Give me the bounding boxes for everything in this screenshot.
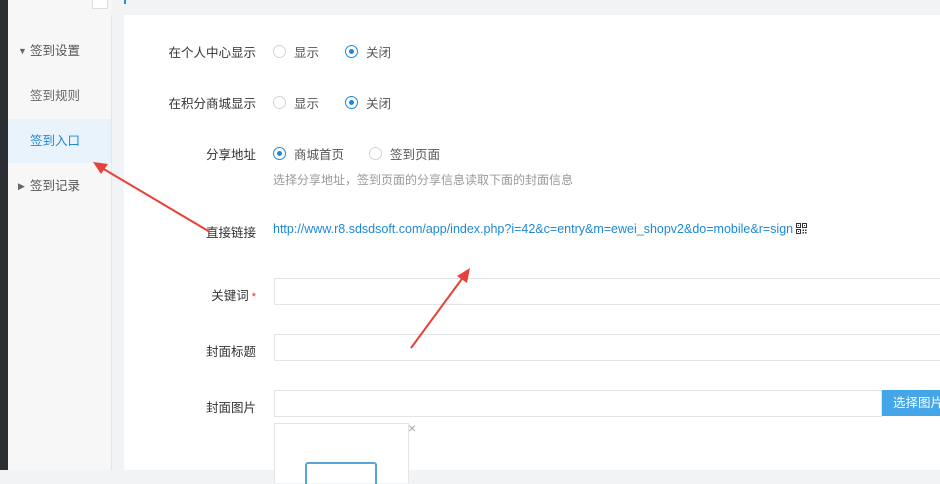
breadcrumb-marker (124, 0, 126, 4)
breadcrumb-area (111, 0, 940, 15)
caret-down-icon: ▼ (18, 46, 27, 56)
caret-right-icon: ▶ (18, 181, 25, 191)
field-label: 关键词 * (146, 285, 256, 304)
radio-label: 显示 (294, 97, 320, 111)
cover-image-input[interactable] (274, 390, 882, 417)
radio-label: 关闭 (366, 97, 392, 111)
radio-share-mall-home[interactable]: 商城首页 (273, 144, 344, 163)
image-placeholder (305, 462, 377, 484)
sidebar-item-label: 签到设置 (30, 44, 81, 58)
field-label: 封面标题 (205, 345, 256, 359)
sidebar-item-label: 签到入口 (30, 134, 81, 148)
radio-circle-icon (273, 96, 286, 109)
radio-checked-icon (273, 147, 286, 160)
form-panel: 在个人中心显示 显示 关闭 在积分商城显示 显示 关闭 分享地址 商城首页 签到… (124, 15, 940, 484)
sidebar-item-sign-entry[interactable]: 签到入口 (8, 119, 111, 163)
required-marker: * (251, 291, 256, 303)
sidebar-item-sign-rules[interactable]: 签到规则 (8, 74, 111, 118)
sidebar-item-label: 签到记录 (30, 179, 81, 193)
share-url-help-text: 选择分享地址，签到页面的分享信息读取下面的封面信息 (273, 173, 574, 187)
field-label: 封面图片 (205, 401, 256, 415)
radio-checked-icon (345, 45, 358, 58)
direct-link-text: http://www.r8.sdsdsoft.com/app/index.php… (273, 222, 794, 236)
field-label: 直接链接 (205, 226, 256, 240)
cover-image-preview (274, 423, 409, 484)
radio-label: 签到页面 (390, 148, 441, 162)
field-label: 在个人中心显示 (168, 46, 256, 60)
direct-link-url[interactable]: http://www.r8.sdsdsoft.com/app/index.php… (273, 222, 808, 236)
radio-label: 商城首页 (294, 148, 345, 162)
cover-title-input[interactable] (274, 334, 940, 361)
radio-checked-icon (345, 96, 358, 109)
radio-circle-icon (273, 45, 286, 58)
radio-label: 显示 (294, 46, 320, 60)
keyword-input[interactable] (274, 278, 940, 305)
radio-share-sign-page[interactable]: 签到页面 (369, 144, 440, 163)
choose-image-button[interactable]: 选择图片 (882, 390, 940, 416)
sidebar-item-label: 签到规则 (30, 89, 81, 103)
radio-personal-center-show[interactable]: 显示 (273, 42, 319, 61)
radio-circle-icon (369, 147, 382, 160)
remove-image-icon[interactable]: × (408, 421, 416, 435)
window-edge (0, 0, 8, 470)
sidebar-collapse-tab[interactable] (92, 0, 108, 9)
radio-personal-center-hide[interactable]: 关闭 (345, 42, 391, 61)
sidebar: ▼ 签到设置 签到规则 签到入口 ▶ 签到记录 (8, 0, 112, 470)
radio-points-mall-hide[interactable]: 关闭 (345, 93, 391, 112)
field-label: 在积分商城显示 (168, 97, 256, 111)
field-label-text: 关键词 (211, 289, 249, 303)
sidebar-item-sign-settings[interactable]: ▼ 签到设置 (8, 29, 111, 73)
field-label: 分享地址 (205, 148, 256, 162)
sidebar-item-sign-records[interactable]: ▶ 签到记录 (8, 164, 111, 208)
radio-label: 关闭 (366, 46, 392, 60)
radio-points-mall-show[interactable]: 显示 (273, 93, 319, 112)
qrcode-icon[interactable] (796, 223, 808, 234)
